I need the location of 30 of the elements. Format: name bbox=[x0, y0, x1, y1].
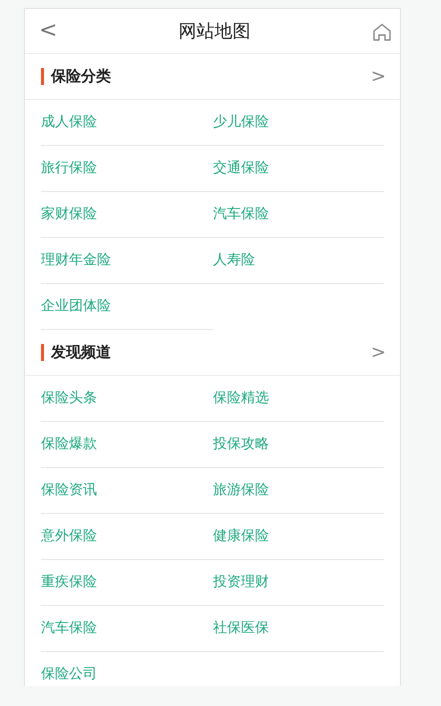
sitemap-link[interactable]: 旅行保险 bbox=[41, 146, 213, 192]
more-link[interactable]: > bbox=[370, 344, 386, 362]
accent-bar bbox=[41, 344, 44, 361]
sitemap-link[interactable]: 人寿险 bbox=[213, 238, 384, 284]
sitemap-link[interactable]: 投资理财 bbox=[213, 560, 384, 606]
sitemap-link[interactable]: 社保医保 bbox=[213, 606, 384, 652]
sitemap-link[interactable]: 企业团体险 bbox=[41, 284, 213, 330]
section-title: 保险分类 bbox=[51, 66, 112, 88]
sitemap-link[interactable]: 保险公司 bbox=[41, 652, 213, 686]
sitemap-link[interactable]: 投保攻略 bbox=[213, 422, 384, 468]
sitemap-link[interactable]: 交通保险 bbox=[213, 146, 384, 192]
more-link[interactable]: > bbox=[370, 68, 386, 86]
accent-bar bbox=[41, 68, 44, 85]
sitemap-link[interactable]: 意外保险 bbox=[41, 514, 213, 560]
sitemap-link[interactable]: 保险精选 bbox=[213, 376, 384, 422]
sitemap-link[interactable]: 汽车保险 bbox=[41, 606, 213, 652]
sitemap-link[interactable]: 少儿保险 bbox=[213, 100, 384, 146]
sitemap-link[interactable]: 理财年金险 bbox=[41, 238, 213, 284]
sitemap-link[interactable]: 保险头条 bbox=[41, 376, 213, 422]
sitemap-link[interactable]: 汽车保险 bbox=[213, 192, 384, 238]
sitemap-link[interactable]: 家财保险 bbox=[41, 192, 213, 238]
sitemap-link[interactable]: 健康保险 bbox=[213, 514, 384, 560]
sitemap-link[interactable]: 保险爆款 bbox=[41, 422, 213, 468]
sitemap-link[interactable]: 旅游保险 bbox=[213, 468, 384, 514]
section-title: 发现频道 bbox=[51, 342, 112, 364]
page-title: 网站地图 bbox=[178, 20, 251, 44]
sitemap-link[interactable]: 重疾保险 bbox=[41, 560, 213, 606]
sitemap-link[interactable]: 保险资讯 bbox=[41, 468, 213, 514]
back-button[interactable]: < bbox=[39, 20, 58, 42]
sitemap-link[interactable]: 成人保险 bbox=[41, 100, 213, 146]
